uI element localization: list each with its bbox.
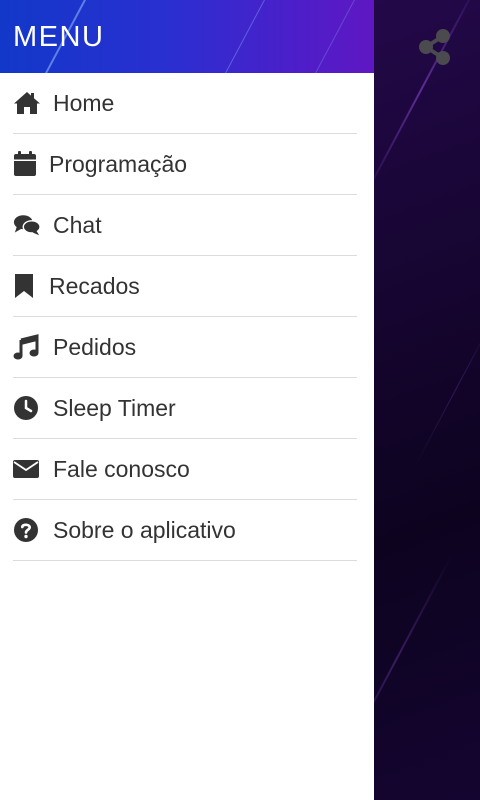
- drawer-title: MENU: [13, 21, 105, 53]
- menu-item-label: Programação: [49, 151, 188, 177]
- menu-item-label: Sleep Timer: [53, 395, 176, 421]
- menu-item-label: Chat: [53, 212, 102, 238]
- menu-item-recados[interactable]: Recados: [13, 256, 357, 317]
- menu-list: Home Programação Chat Recados Pedidos Sl…: [0, 73, 374, 561]
- home-icon: [13, 89, 41, 117]
- menu-item-label: Pedidos: [53, 334, 137, 360]
- chat-icon: [13, 211, 41, 239]
- app-screen: MENU Home Programação Chat Recados Pedid…: [0, 0, 480, 800]
- share-icon: [419, 29, 450, 65]
- menu-item-chat[interactable]: Chat: [13, 195, 357, 256]
- help-circle-icon: [13, 516, 41, 544]
- menu-item-sleep-timer[interactable]: Sleep Timer: [13, 378, 357, 439]
- music-note-icon: [13, 333, 41, 361]
- bookmark-icon: [13, 272, 41, 300]
- menu-item-programacao[interactable]: Programação: [13, 134, 357, 195]
- drawer-header: MENU: [0, 0, 374, 73]
- menu-item-home[interactable]: Home: [13, 73, 357, 134]
- navigation-drawer: MENU Home Programação Chat Recados Pedid…: [0, 0, 374, 800]
- menu-item-label: Recados: [49, 273, 140, 299]
- background-light-streak: [412, 310, 480, 470]
- clock-icon: [13, 394, 41, 422]
- header-light-streak: [299, 0, 362, 73]
- menu-item-label: Fale conosco: [53, 456, 190, 482]
- menu-item-sobre[interactable]: Sobre o aplicativo: [13, 500, 357, 561]
- menu-item-fale-conosco[interactable]: Fale conosco: [13, 439, 357, 500]
- menu-item-label: Home: [53, 90, 115, 116]
- envelope-icon: [13, 455, 41, 483]
- menu-item-label: Sobre o aplicativo: [53, 517, 236, 543]
- share-button[interactable]: [414, 26, 456, 68]
- menu-item-pedidos[interactable]: Pedidos: [13, 317, 357, 378]
- calendar-icon: [13, 150, 41, 178]
- header-light-streak: [209, 0, 272, 73]
